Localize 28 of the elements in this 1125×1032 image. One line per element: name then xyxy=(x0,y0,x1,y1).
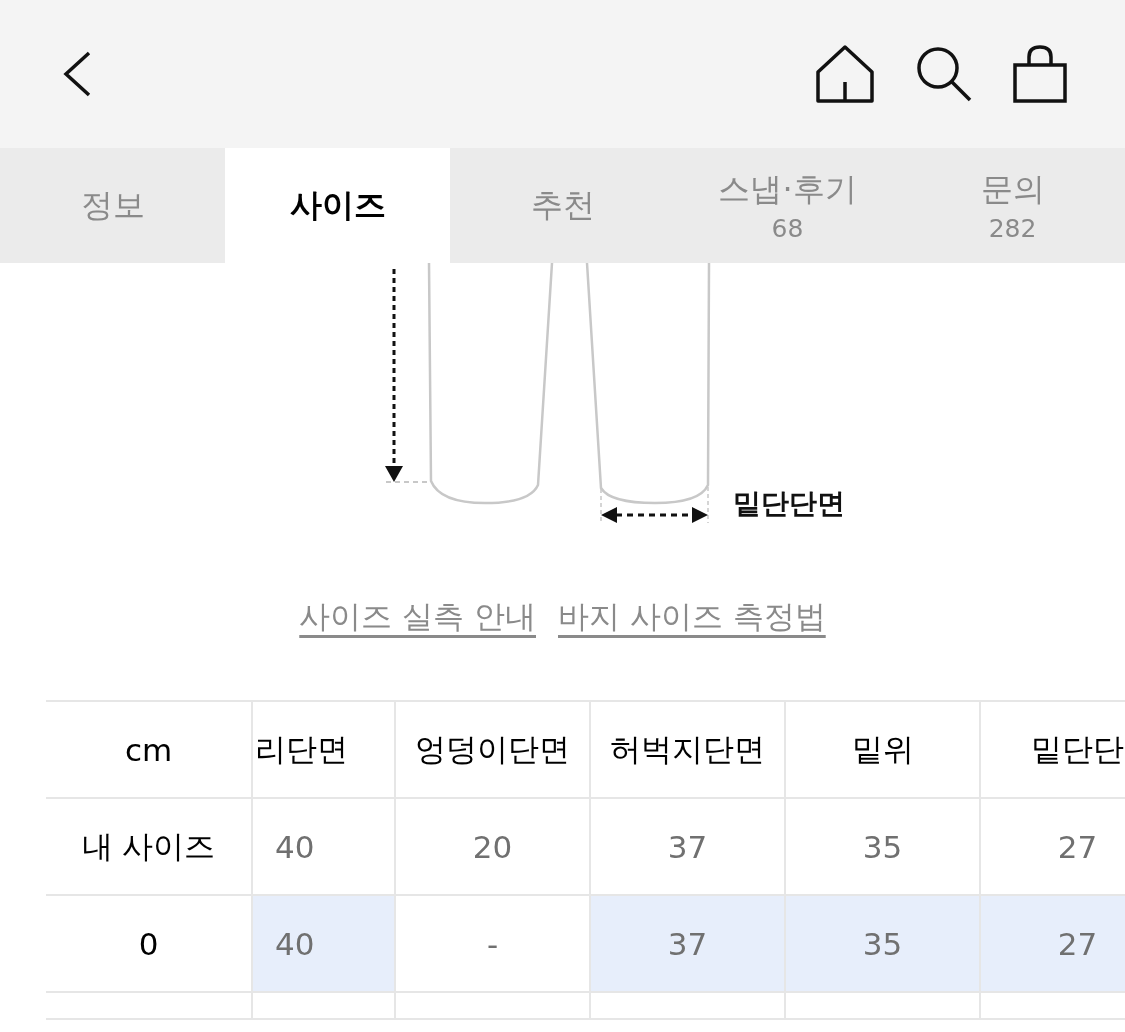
measure-label: 밑단단면 xyxy=(733,487,845,520)
guide-link[interactable]: 바지 사이즈 측정법 xyxy=(558,596,826,646)
tab[interactable]: 사이즈 xyxy=(225,148,450,263)
table-header: 허벅지단면 xyxy=(591,702,786,799)
table-header: cm xyxy=(46,702,253,799)
search-icon[interactable] xyxy=(915,46,973,102)
tab-count: 282 xyxy=(988,214,1037,243)
back-icon[interactable] xyxy=(62,51,92,97)
tab[interactable]: 정보 xyxy=(0,148,225,263)
table-cell: 20 xyxy=(396,799,591,896)
table-header: 엉덩이단면 xyxy=(396,702,591,799)
table-header: 리단면 xyxy=(253,702,396,799)
shopping-bag-icon[interactable] xyxy=(1013,45,1067,103)
row-label: 내 사이즈 xyxy=(46,799,253,896)
tab[interactable]: 스냅·후기 68 xyxy=(675,148,900,263)
table-header: 밑위 xyxy=(786,702,981,799)
table-header: 밑단단 xyxy=(981,702,1125,799)
home-icon[interactable] xyxy=(815,44,875,104)
tab[interactable]: 추천 xyxy=(450,148,675,263)
tab-label: 문의 xyxy=(980,169,1045,210)
tab-count: 68 xyxy=(771,214,804,243)
table-cell: 35 xyxy=(786,896,981,993)
guide-link[interactable]: 사이즈 실측 안내 xyxy=(299,596,536,646)
tab-label: 스냅·후기 xyxy=(718,169,857,210)
table-cell: 40 xyxy=(253,896,396,993)
tab[interactable]: 문의 282 xyxy=(900,148,1125,263)
table-cell: 27 xyxy=(981,896,1125,993)
table-cell: 37 xyxy=(591,896,786,993)
